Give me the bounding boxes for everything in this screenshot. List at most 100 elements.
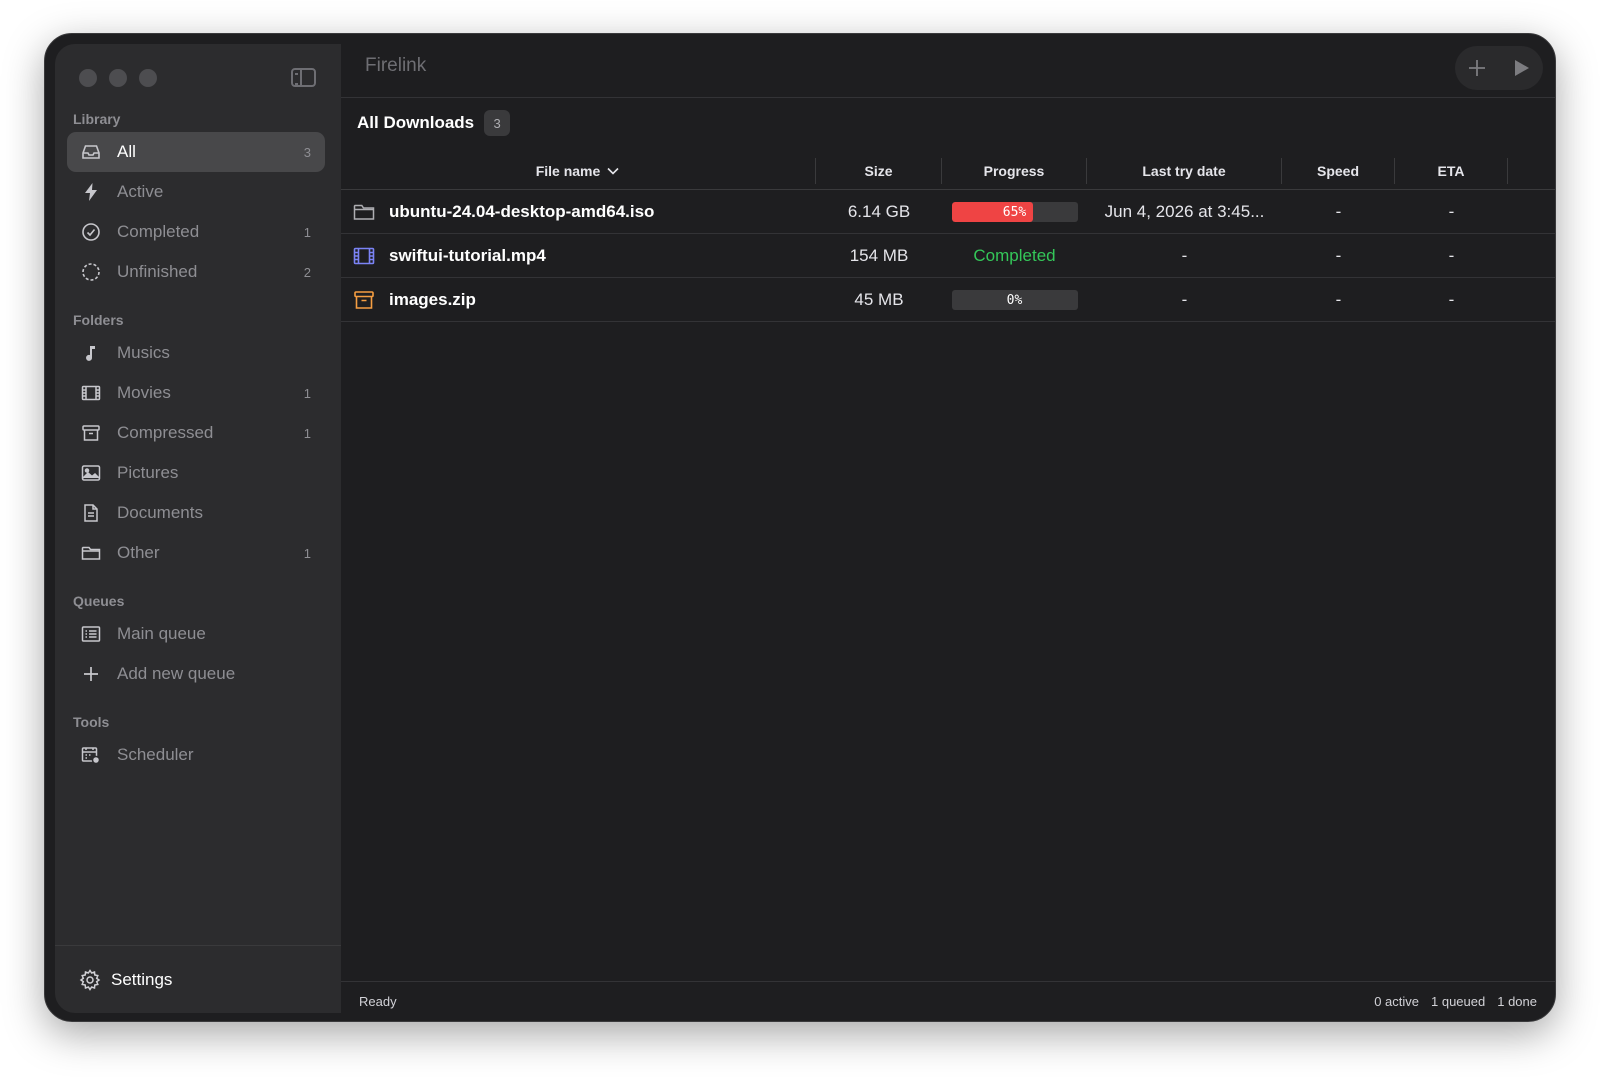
sidebar-item-label: Other: [117, 543, 160, 562]
column-header-label: Size: [864, 163, 893, 179]
sidebar-item-count: 1: [303, 385, 311, 401]
film-icon: [81, 383, 101, 403]
section-title-tools: Tools: [73, 714, 110, 730]
section-title-folders: Folders: [73, 312, 124, 328]
gear-icon: [79, 968, 101, 991]
file-name-cell: swiftui-tutorial.mp4: [341, 234, 816, 278]
progress-bar: 0%: [951, 290, 1078, 310]
status-counts: 0 active 1 queued 1 done: [1374, 994, 1537, 1009]
sidebar-item-all[interactable]: All 3: [67, 132, 325, 172]
size-cell: 45 MB: [854, 290, 904, 309]
progress-bar: 65%: [951, 202, 1078, 222]
sidebar-item-label: Movies: [117, 383, 171, 402]
sidebar: Library All 3 Active Completed 1 Unfinis…: [55, 44, 341, 1013]
file-name-cell: ubuntu-24.04-desktop-amd64.iso: [341, 190, 816, 234]
eta-cell: -: [1448, 290, 1455, 309]
play-icon: [1515, 60, 1529, 76]
sidebar-item-label: Add new queue: [117, 664, 236, 683]
sidebar-item-count: 3: [303, 144, 311, 160]
sidebar-item-other[interactable]: Other 1: [67, 533, 325, 573]
sidebar-item-pictures[interactable]: Pictures: [67, 453, 325, 493]
sidebar-item-label: All: [117, 142, 136, 161]
settings-button[interactable]: Settings: [55, 945, 341, 1013]
folder-icon: [81, 543, 101, 563]
file-name: ubuntu-24.04-desktop-amd64.iso: [389, 202, 655, 221]
add-download-button[interactable]: [1467, 58, 1487, 78]
sidebar-item-label: Unfinished: [117, 262, 198, 281]
sidebar-item-count: 1: [303, 425, 311, 441]
sidebar-toggle-icon[interactable]: [291, 68, 316, 87]
speed-cell: -: [1335, 290, 1342, 309]
plus-icon: [81, 664, 101, 684]
last-try-cell: Jun 4, 2026 at 3:45...: [1104, 202, 1265, 221]
last-try-cell: -: [1181, 290, 1188, 309]
window-controls: [79, 69, 157, 87]
sidebar-item-scheduler[interactable]: Scheduler: [67, 735, 325, 775]
sidebar-item-unfinished[interactable]: Unfinished 2: [67, 252, 325, 292]
last-try-cell: -: [1181, 246, 1188, 265]
table-row[interactable]: images.zip 45 MB 0% - - -: [341, 278, 1555, 322]
sidebar-item-label: Pictures: [117, 463, 179, 482]
app-title: Firelink: [365, 55, 427, 76]
archive-box-icon: [353, 289, 375, 311]
sidebar-item-documents[interactable]: Documents: [67, 493, 325, 533]
sidebar-item-label: Completed: [117, 222, 200, 241]
document-icon: [81, 503, 101, 523]
speed-cell: -: [1335, 246, 1342, 265]
sidebar-item-musics[interactable]: Musics: [67, 333, 325, 373]
sidebar-item-main-queue[interactable]: Main queue: [67, 614, 325, 654]
sidebar-item-label: Musics: [117, 343, 170, 362]
eta-cell: -: [1448, 202, 1455, 221]
archive-box-icon: [81, 423, 101, 443]
status-completed: Completed: [973, 246, 1056, 265]
speed-cell: -: [1335, 202, 1342, 221]
minimize-window-button[interactable]: [109, 69, 127, 87]
column-header-speed[interactable]: Speed: [1282, 158, 1395, 184]
section-header: All Downloads 3: [357, 110, 511, 136]
table-header: File name Size Progress Last try date Sp…: [341, 152, 1555, 190]
sidebar-item-completed[interactable]: Completed 1: [67, 212, 325, 252]
column-header-eta[interactable]: ETA: [1395, 158, 1508, 184]
sidebar-item-compressed[interactable]: Compressed 1: [67, 413, 325, 453]
column-header-last-try-date[interactable]: Last try date: [1087, 158, 1282, 184]
queued-count: 1 queued: [1431, 994, 1486, 1009]
table-row[interactable]: ubuntu-24.04-desktop-amd64.iso 6.14 GB 6…: [341, 190, 1555, 234]
folder-icon: [353, 201, 375, 223]
bolt-icon: [81, 182, 101, 202]
done-count: 1 done: [1497, 994, 1537, 1009]
column-header-label: Progress: [983, 163, 1045, 179]
settings-label: Settings: [111, 969, 173, 989]
calendar-clock-icon: [81, 745, 101, 765]
sidebar-item-active[interactable]: Active: [67, 172, 325, 212]
film-icon: [353, 245, 375, 267]
sidebar-item-label: Main queue: [117, 624, 206, 643]
file-name: swiftui-tutorial.mp4: [389, 246, 546, 265]
column-header-file-name[interactable]: File name: [341, 158, 816, 184]
progress-label: 65%: [1002, 204, 1027, 220]
sidebar-item-movies[interactable]: Movies 1: [67, 373, 325, 413]
column-header-size[interactable]: Size: [816, 158, 942, 184]
file-name: images.zip: [389, 290, 476, 309]
sidebar-item-count: 1: [303, 224, 311, 240]
close-window-button[interactable]: [79, 69, 97, 87]
start-button[interactable]: [1511, 58, 1531, 78]
tray-icon: [81, 142, 101, 162]
app-window: Library All 3 Active Completed 1 Unfinis…: [44, 33, 1556, 1022]
table-row[interactable]: swiftui-tutorial.mp4 154 MB Completed - …: [341, 234, 1555, 278]
downloads-table: File name Size Progress Last try date Sp…: [341, 152, 1555, 322]
chevron-down-icon: [607, 167, 619, 175]
active-count: 0 active: [1374, 994, 1419, 1009]
progress-label: 0%: [1006, 292, 1023, 308]
sidebar-item-label: Active: [117, 182, 164, 201]
progress-cell: 65%: [942, 190, 1087, 234]
column-header-progress[interactable]: Progress: [942, 158, 1087, 184]
zoom-window-button[interactable]: [139, 69, 157, 87]
sidebar-item-label: Compressed: [117, 423, 214, 442]
sidebar-item-label: Scheduler: [117, 745, 194, 764]
toolbar-buttons: [1455, 46, 1543, 90]
titlebar: Firelink: [341, 34, 1555, 98]
add-new-queue-button[interactable]: Add new queue: [67, 654, 325, 694]
column-header-label: File name: [535, 163, 601, 179]
section-title: All Downloads: [357, 113, 475, 132]
photo-icon: [81, 463, 101, 483]
